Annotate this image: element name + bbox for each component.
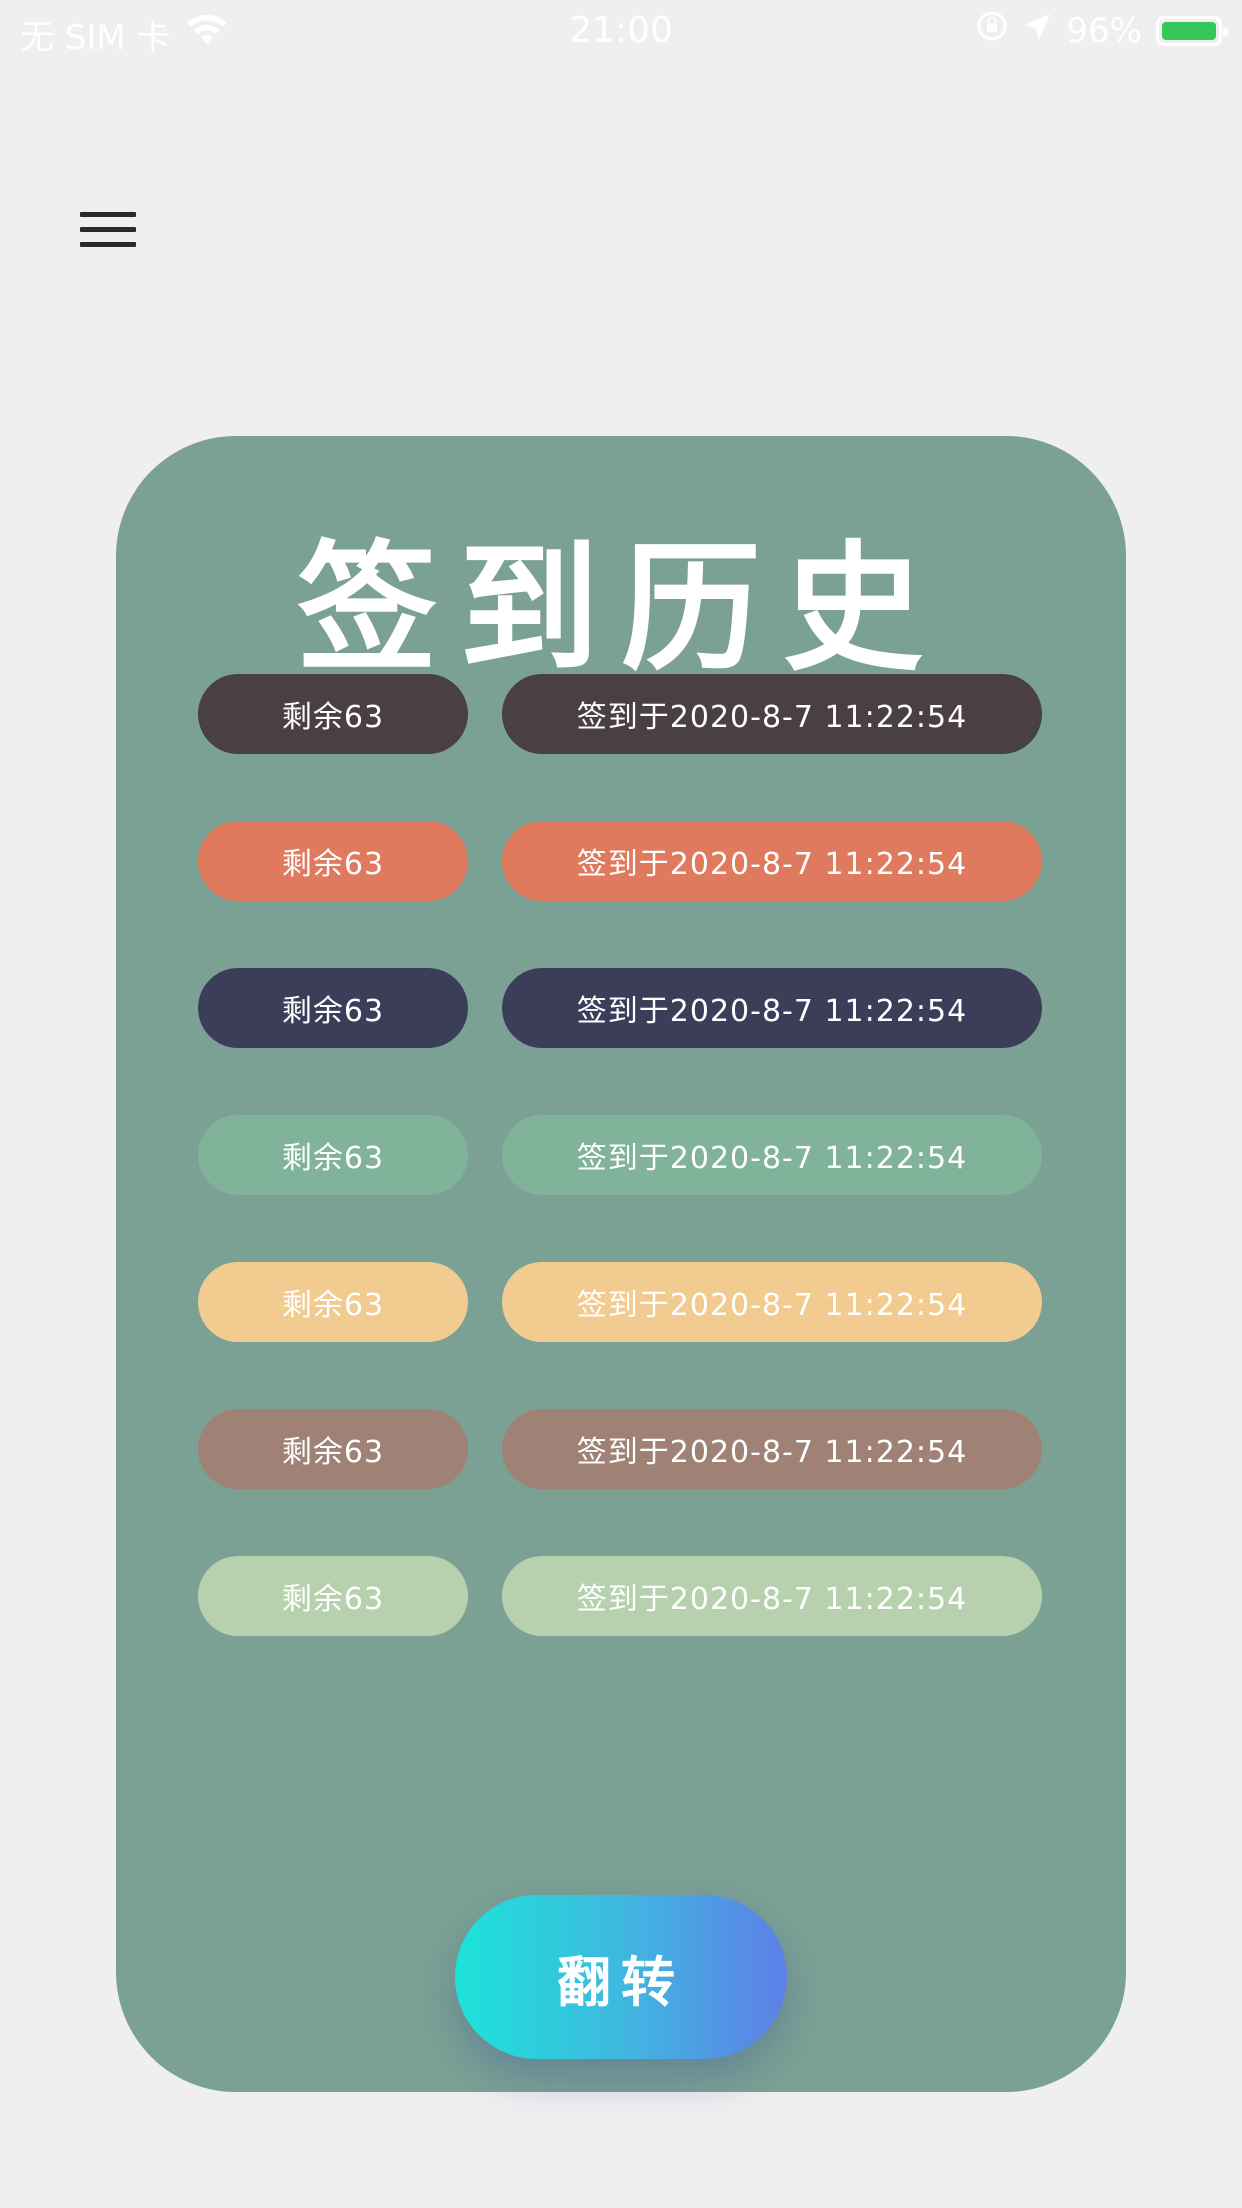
remaining-pill: 剩余63 bbox=[198, 1115, 468, 1195]
remaining-pill: 剩余63 bbox=[198, 1556, 468, 1636]
remaining-pill: 剩余63 bbox=[198, 1262, 468, 1342]
remaining-pill: 剩余63 bbox=[198, 968, 468, 1048]
remaining-pill: 剩余63 bbox=[198, 674, 468, 754]
history-card: 签到历史 剩余63 签到于2020-8-7 11:22:54 剩余63 签到于2… bbox=[116, 436, 1126, 2092]
history-list: 剩余63 签到于2020-8-7 11:22:54 剩余63 签到于2020-8… bbox=[198, 674, 1042, 1703]
history-row: 剩余63 签到于2020-8-7 11:22:54 bbox=[198, 674, 1042, 754]
date-pill: 签到于2020-8-7 11:22:54 bbox=[502, 968, 1042, 1048]
battery-percent: 96% bbox=[1066, 10, 1142, 51]
rotation-lock-icon bbox=[976, 10, 1008, 51]
date-pill: 签到于2020-8-7 11:22:54 bbox=[502, 1115, 1042, 1195]
date-pill: 签到于2020-8-7 11:22:54 bbox=[502, 821, 1042, 901]
hamburger-menu-icon[interactable] bbox=[80, 212, 136, 252]
remaining-pill: 剩余63 bbox=[198, 1409, 468, 1489]
history-row: 剩余63 签到于2020-8-7 11:22:54 bbox=[198, 1556, 1042, 1636]
remaining-pill: 剩余63 bbox=[198, 821, 468, 901]
history-row: 剩余63 签到于2020-8-7 11:22:54 bbox=[198, 1262, 1042, 1342]
flip-button[interactable]: 翻转 bbox=[455, 1895, 787, 2059]
date-pill: 签到于2020-8-7 11:22:54 bbox=[502, 674, 1042, 754]
date-pill: 签到于2020-8-7 11:22:54 bbox=[502, 1409, 1042, 1489]
history-row: 剩余63 签到于2020-8-7 11:22:54 bbox=[198, 821, 1042, 901]
card-title: 签到历史 bbox=[296, 528, 945, 691]
date-pill: 签到于2020-8-7 11:22:54 bbox=[502, 1262, 1042, 1342]
battery-charging-icon bbox=[1156, 15, 1228, 46]
location-arrow-icon bbox=[1022, 11, 1052, 51]
history-row: 剩余63 签到于2020-8-7 11:22:54 bbox=[198, 1115, 1042, 1195]
history-row: 剩余63 签到于2020-8-7 11:22:54 bbox=[198, 1409, 1042, 1489]
status-right: 96% bbox=[976, 10, 1228, 51]
date-pill: 签到于2020-8-7 11:22:54 bbox=[502, 1556, 1042, 1636]
history-row: 剩余63 签到于2020-8-7 11:22:54 bbox=[198, 968, 1042, 1048]
status-bar: 无 SIM 卡 21:00 96% bbox=[0, 0, 1242, 62]
